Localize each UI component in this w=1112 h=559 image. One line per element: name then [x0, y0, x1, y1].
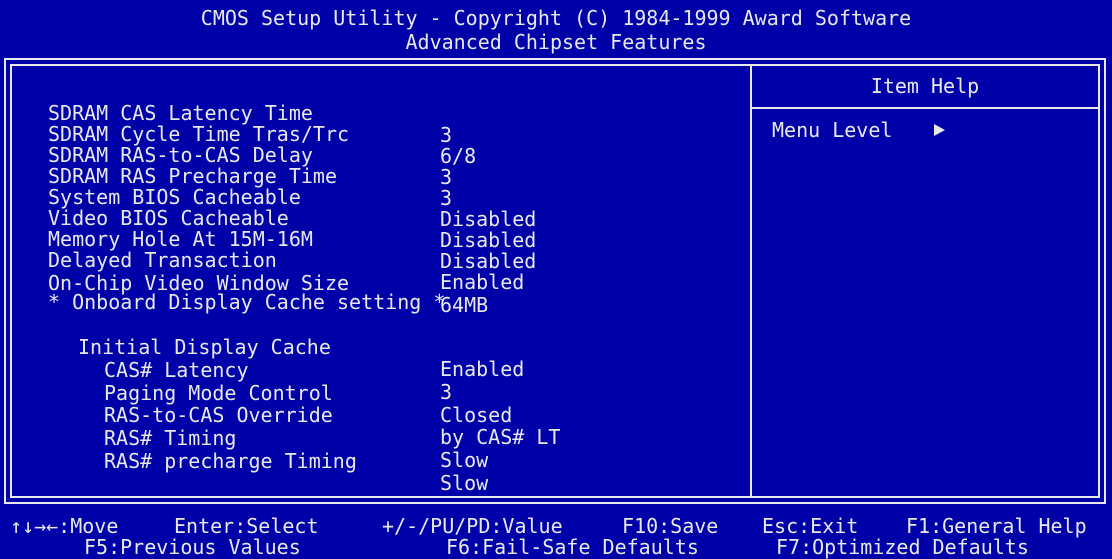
setting-value[interactable]: Slow — [440, 472, 488, 494]
panel-divider — [750, 64, 752, 498]
setting-value[interactable]: Closed — [440, 404, 512, 426]
help-divider — [752, 107, 1098, 109]
utility-title: CMOS Setup Utility - Copyright (C) 1984-… — [200, 6, 912, 30]
setting-value[interactable]: Disabled — [440, 229, 536, 251]
footer-previous-values: F5:Previous Values — [84, 535, 301, 559]
triangle-right-icon — [934, 124, 945, 136]
setting-value[interactable]: 3 — [440, 381, 452, 403]
setting-value[interactable]: Slow — [440, 449, 488, 471]
setting-value[interactable]: 64MB — [440, 294, 488, 316]
setting-value[interactable]: Disabled — [440, 250, 536, 272]
setting-ras-precharge-timing[interactable]: RAS# precharge Timing Slow — [104, 428, 488, 516]
setting-value[interactable]: 3 — [440, 187, 452, 209]
title-bar: CMOS Setup Utility - Copyright (C) 1984-… — [0, 0, 1112, 60]
footer-fail-safe-defaults: F6:Fail-Safe Defaults — [446, 535, 699, 559]
page-title: Advanced Chipset Features — [405, 30, 707, 54]
setting-value[interactable]: 3 — [440, 124, 452, 146]
setting-value[interactable]: 3 — [440, 166, 452, 188]
setting-value[interactable]: Disabled — [440, 208, 536, 230]
item-help-title: Item Help — [870, 74, 980, 98]
setting-value[interactable]: Enabled — [440, 271, 524, 293]
setting-value[interactable]: Enabled — [440, 358, 524, 380]
setting-value[interactable]: 6/8 — [440, 145, 476, 167]
footer-optimized-defaults: F7:Optimized Defaults — [776, 535, 1029, 559]
section-heading: * Onboard Display Cache setting * — [48, 290, 446, 314]
setting-label: RAS# precharge Timing — [104, 449, 357, 473]
menu-level-label: Menu Level — [772, 118, 893, 142]
setting-value[interactable]: by CAS# LT — [440, 426, 560, 448]
